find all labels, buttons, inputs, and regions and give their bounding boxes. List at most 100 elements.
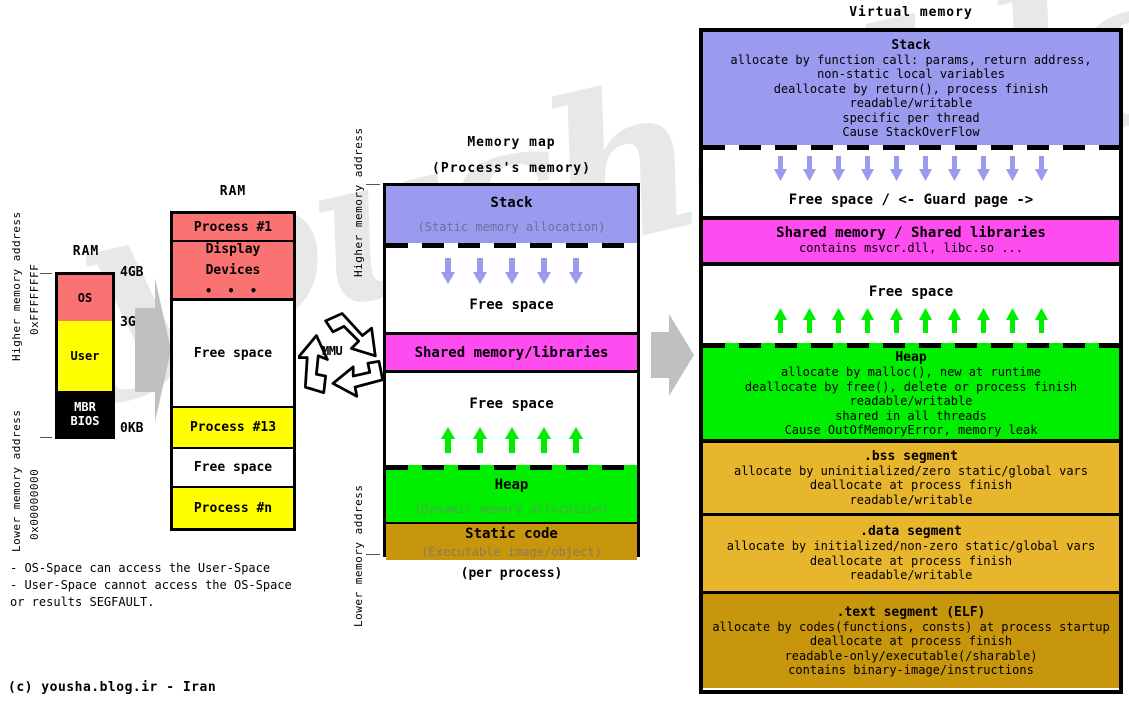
- memmap-heap-title: Heap: [494, 476, 529, 493]
- vm-text-line-2: deallocate at process finish: [809, 634, 1013, 648]
- down-arrow-icon: [977, 156, 990, 181]
- big-ram-free-2-label: Free space: [193, 460, 273, 475]
- left-axis-upper-label: Higher memory address: [10, 211, 23, 361]
- big-ram-title: RAM: [219, 184, 247, 199]
- memmap-segment-shared: Shared memory/libraries: [386, 332, 637, 373]
- vm-heap-line-2: deallocate by free(), delete or process …: [744, 379, 1078, 394]
- vm-text-line-4: contains binary-image/instructions: [788, 663, 1034, 677]
- left-ram-segment-bios: MBR BIOS: [58, 391, 112, 436]
- vm-segment-free: Free space: [703, 266, 1119, 343]
- down-arrow-icon: [948, 156, 961, 181]
- gray-arrow-ram-to-bigram: [135, 278, 171, 422]
- big-ram-process-1-label: Process #1: [193, 219, 273, 235]
- credit-text: (c) yousha.blog.ir - Iran: [8, 680, 217, 695]
- vm-heap-line-5: Cause OutOfMemoryError, memory leak: [784, 423, 1038, 438]
- memmap-free-lower-label: Free space: [469, 396, 554, 412]
- vm-segment-bss: .bss segment allocate by uninitialized/z…: [703, 439, 1119, 516]
- mmu-recycle-icon: MMU: [296, 308, 390, 400]
- left-axis-lower-tick: [40, 437, 52, 438]
- memmap-static-title: Static code: [465, 525, 558, 542]
- memmap-free-upper-label: Free space: [469, 297, 554, 313]
- big-ram-row-free-2: Free space: [173, 449, 293, 488]
- up-arrow-icon: [919, 308, 932, 333]
- left-ram-title: RAM: [72, 244, 100, 259]
- big-ram-row-process-13: Process #13: [173, 408, 293, 449]
- vm-bss-line-3: readable/writable: [849, 492, 973, 507]
- up-arrow-icon: [803, 308, 816, 333]
- note-line-2: - User-Space cannot access the OS-Space: [10, 578, 292, 592]
- left-axis-upper-tick: [40, 273, 52, 274]
- vm-data-title: .data segment: [860, 524, 962, 540]
- vm-heap-line-3: readable/writable: [849, 394, 973, 409]
- big-ram-free-1-label: Free space: [193, 346, 273, 361]
- vm-stack-line-5: specific per thread: [842, 110, 980, 125]
- up-arrow-icon: [861, 308, 874, 333]
- up-arrow-icon: [536, 427, 551, 453]
- notes-block: - OS-Space can access the User-Space - U…: [10, 560, 292, 611]
- big-ram-ellipsis-label: • • •: [204, 283, 262, 298]
- vm-text-line-3: readable-only/executable(/sharable): [784, 648, 1038, 663]
- left-ram-diagram: OS User MBR BIOS: [55, 272, 115, 439]
- vm-text-title: .text segment (ELF): [836, 604, 986, 620]
- vm-stack-line-2: non-static local variables: [817, 67, 1005, 81]
- vm-text-line-1: allocate by codes(functions, consts) at …: [712, 619, 1110, 634]
- vm-segment-guard-page: Free space / <- Guard page ->: [703, 145, 1119, 216]
- up-arrow-icon: [1006, 308, 1019, 333]
- big-ram-row-display-devices: Display Devices • • •: [173, 242, 293, 301]
- memmap-segment-free-lower: Free space: [386, 373, 637, 465]
- memmap-title-line1: Memory map: [467, 135, 556, 150]
- big-ram-display-label: Display: [205, 241, 261, 257]
- big-ram-row-process-n: Process #n: [173, 488, 293, 528]
- memmap-axis-upper-label: Higher memory address: [352, 127, 365, 277]
- big-ram-diagram: Process #1 Display Devices • • • Free sp…: [170, 211, 296, 531]
- up-arrow-icon: [977, 308, 990, 333]
- note-line-3: or results SEGFAULT.: [10, 595, 155, 609]
- memmap-axis-upper-tick: [366, 184, 380, 185]
- down-arrow-icon: [1006, 156, 1019, 181]
- left-ram-os-label: OS: [77, 291, 93, 305]
- vm-stack-line-3: deallocate by return(), process finish: [773, 81, 1049, 96]
- up-arrow-icon: [504, 427, 519, 453]
- vm-bss-line-1: allocate by uninitialized/zero static/gl…: [733, 463, 1088, 478]
- vm-heap-line-4: shared in all threads: [835, 408, 987, 423]
- memmap-axis-lower-tick: [366, 554, 380, 555]
- down-arrow-icon: [472, 258, 487, 284]
- vm-stack-line-1: allocate by function call: params, retur…: [730, 52, 1092, 67]
- memmap-heap-subtitle: (Dynamic memory allocation): [413, 501, 610, 516]
- up-arrow-icon: [1035, 308, 1048, 333]
- memmap-stack-subtitle: (Static memory allocation): [417, 220, 606, 234]
- virtual-memory-diagram: Stack allocate by function call: params,…: [699, 28, 1123, 694]
- memmap-segment-stack: Stack (Static memory allocation): [386, 186, 637, 243]
- mmu-label: MMU: [322, 344, 343, 358]
- down-arrow-icon: [440, 258, 455, 284]
- vm-guard-page-label: Free space / <- Guard page ->: [788, 192, 1034, 208]
- memmap-segment-static-code: Static code (Executable image/object): [386, 522, 637, 560]
- vm-shared-title: Shared memory / Shared libraries: [776, 225, 1046, 242]
- up-arrow-icon: [568, 427, 583, 453]
- left-ram-segment-user: User: [58, 321, 112, 391]
- down-arrow-icon: [803, 156, 816, 181]
- vm-segment-heap: Heap allocate by malloc(), new at runtim…: [703, 343, 1119, 439]
- memmap-dash-stack: [386, 243, 637, 248]
- left-ram-segment-os: OS: [58, 275, 112, 321]
- memmap-shared-title: Shared memory/libraries: [414, 344, 609, 361]
- up-arrow-icon: [890, 308, 903, 333]
- memmap-static-subtitle: (Executable image/object): [421, 544, 602, 559]
- down-arrow-icon: [861, 156, 874, 181]
- vm-free-label: Free space: [868, 284, 954, 300]
- down-arrow-icon: [536, 258, 551, 284]
- big-ram-process-n-label: Process #n: [193, 500, 273, 516]
- vm-segment-stack: Stack allocate by function call: params,…: [703, 32, 1119, 145]
- vm-down-arrows: [703, 156, 1119, 181]
- vm-stack-line-6: Cause StackOverFlow: [842, 125, 980, 139]
- left-ram-bios-label: BIOS: [70, 413, 100, 428]
- memmap-stack-title: Stack: [490, 195, 533, 211]
- memmap-axis-lower-label: Lower memory address: [352, 484, 365, 627]
- memmap-down-arrows: [386, 258, 637, 284]
- note-line-1: - OS-Space can access the User-Space: [10, 561, 271, 575]
- down-arrow-icon: [919, 156, 932, 181]
- vm-data-line-3: readable/writable: [849, 568, 973, 583]
- left-ram-mbr-label: MBR: [74, 399, 96, 414]
- up-arrow-icon: [440, 427, 455, 453]
- memmap-title-line2: (Process's memory): [432, 161, 591, 176]
